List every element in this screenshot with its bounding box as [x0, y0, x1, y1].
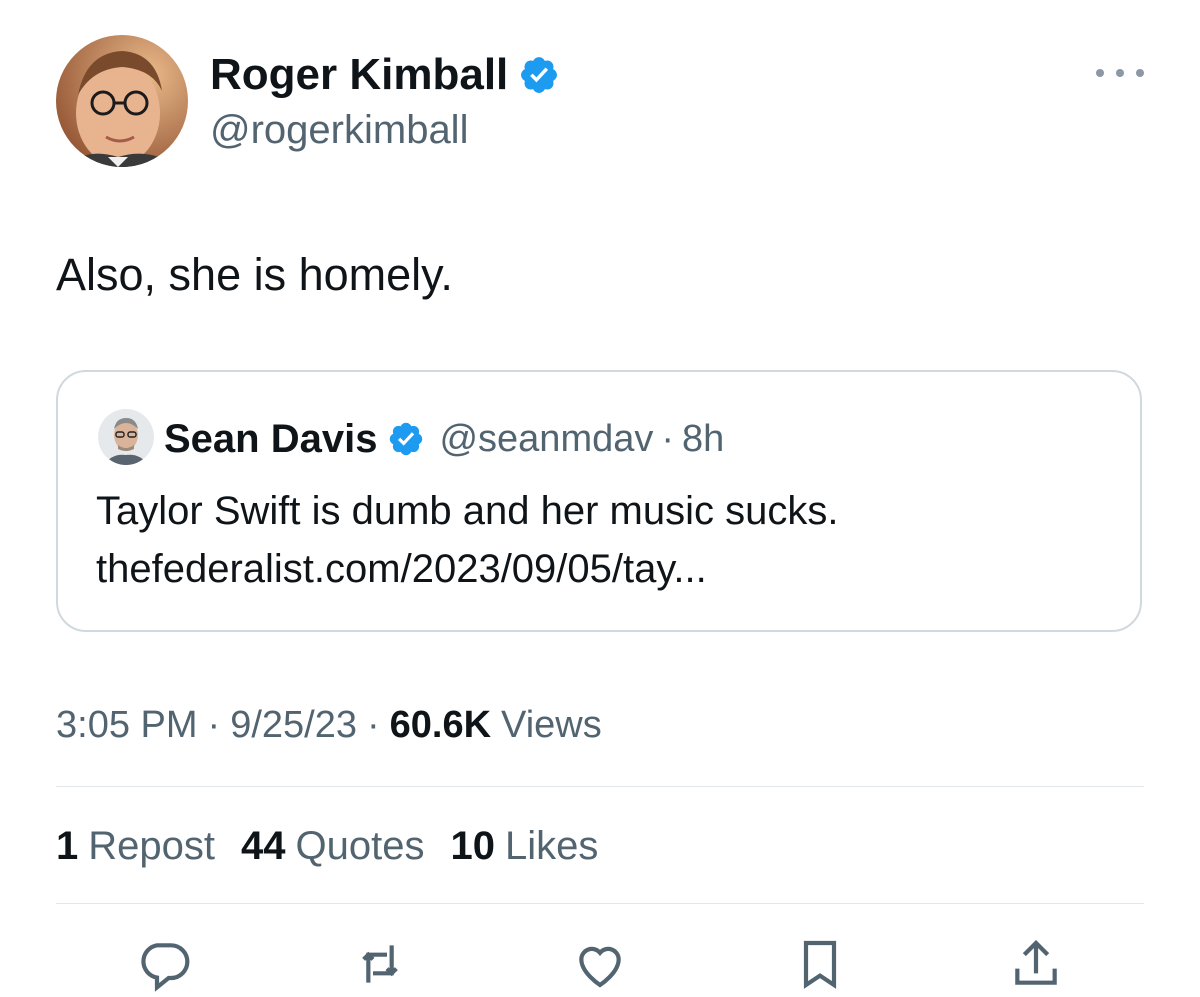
quotes-stat[interactable]: 44 Quotes — [241, 822, 424, 870]
tweet-time[interactable]: 3:05 PM — [56, 702, 198, 748]
engagement-stats: 1 Repost 44 Quotes 10 Likes — [56, 822, 624, 870]
quoted-author-handle[interactable]: @seanmdav — [439, 418, 653, 461]
quoted-author-name[interactable]: Sean Davis — [164, 417, 377, 462]
views-label[interactable]: Views — [501, 702, 602, 748]
like-icon[interactable] — [572, 936, 628, 992]
more-dot — [1116, 69, 1124, 77]
likes-count: 10 — [450, 824, 495, 868]
quoted-tweet-card[interactable]: Sean Davis @seanmdav · 8h Taylor Swift i… — [56, 370, 1142, 632]
tweet-date[interactable]: 9/25/23 — [230, 702, 357, 748]
quoted-tweet-link[interactable]: thefederalist.com/2023/09/05/tay... — [96, 542, 707, 596]
quotes-label: Quotes — [295, 824, 425, 868]
quoted-author-avatar[interactable] — [98, 409, 154, 465]
more-dot — [1136, 69, 1144, 77]
divider — [56, 786, 1144, 787]
repost-icon[interactable] — [352, 936, 408, 992]
verified-badge-icon — [518, 54, 560, 96]
author-name-text[interactable]: Roger Kimball — [210, 50, 508, 100]
views-count[interactable]: 60.6K — [390, 702, 491, 748]
reposts-count: 1 — [56, 824, 79, 868]
divider — [56, 903, 1144, 904]
action-bar — [56, 928, 1144, 992]
quoted-tweet-text: Taylor Swift is dumb and her music sucks… — [96, 489, 839, 533]
reposts-label: Repost — [88, 824, 215, 868]
separator-dot: · — [207, 704, 221, 746]
separator-dot: · — [661, 417, 675, 460]
quotes-count: 44 — [241, 824, 286, 868]
quoted-tweet-time[interactable]: 8h — [682, 418, 724, 461]
separator-dot: · — [366, 704, 380, 746]
author-handle[interactable]: @rogerkimball — [210, 107, 468, 153]
more-options-icon[interactable] — [1096, 58, 1144, 88]
reply-icon[interactable] — [136, 936, 192, 992]
likes-stat[interactable]: 10 Likes — [450, 822, 598, 870]
author-name[interactable]: Roger Kimball — [210, 50, 560, 100]
share-icon[interactable] — [1008, 936, 1064, 992]
likes-label: Likes — [504, 824, 599, 868]
verified-badge-icon — [387, 420, 425, 458]
tweet-text: Also, she is homely. — [56, 249, 453, 300]
reposts-stat[interactable]: 1 Repost — [56, 822, 215, 870]
more-dot — [1096, 69, 1104, 77]
bookmark-icon[interactable] — [792, 936, 848, 992]
quoted-tweet-header: Sean Davis @seanmdav · 8h — [164, 414, 724, 464]
author-avatar[interactable] — [56, 35, 188, 167]
tweet-meta: 3:05 PM · 9/25/23 · 60.6K Views — [56, 702, 602, 748]
